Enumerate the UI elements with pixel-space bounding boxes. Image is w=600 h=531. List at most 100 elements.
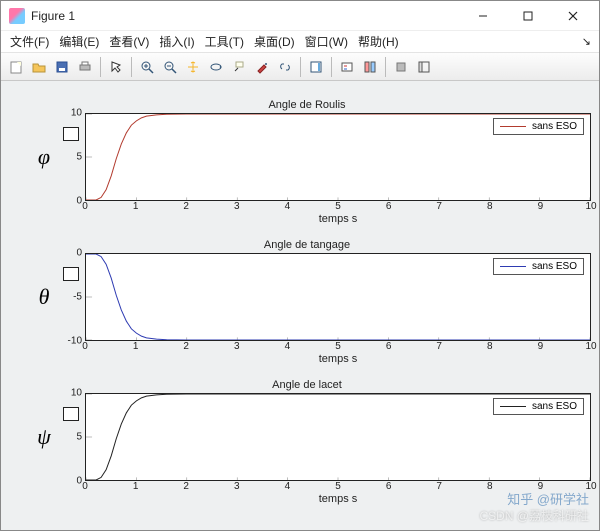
minimize-button[interactable] [460,2,505,30]
menu-insert[interactable]: 插入(I) [154,31,199,52]
x-tick-label: 1 [133,201,139,212]
menu-help[interactable]: 帮助(H) [353,31,404,52]
x-tick-label: 3 [234,341,240,352]
dock-pin-icon[interactable]: ↘ [582,35,595,48]
y-tick-label: -10 [68,336,82,347]
y-axis-label: θ [39,284,50,310]
legend-line-icon [500,266,526,267]
y-axis-label: ψ [37,424,51,450]
colorbar-icon[interactable] [305,56,327,78]
axes[interactable]: sans ESO [85,393,591,481]
x-tick-label: 9 [538,341,544,352]
x-tick-label: 8 [487,201,493,212]
watermark-csdn: CSDN @荔枝科研社 [479,507,589,524]
legend[interactable]: sans ESO [493,398,584,415]
menu-file[interactable]: 文件(F) [5,31,54,52]
link-data-icon[interactable] [274,56,296,78]
y-tick-label: 0 [76,476,82,487]
y-tick-label: 5 [76,432,82,443]
open-icon[interactable] [28,56,50,78]
subplot-1[interactable]: Angle de tangageθ-10-50sans ESO012345678… [23,239,591,367]
legend[interactable]: sans ESO [493,258,584,275]
axes[interactable]: sans ESO [85,113,591,201]
y-axis-label: φ [38,144,50,170]
show-tools-icon[interactable] [413,56,435,78]
x-tick-label: 1 [133,341,139,352]
x-tick-label: 6 [386,481,392,492]
tool-bar [1,53,599,81]
axes-title: Angle de Roulis [23,99,591,113]
menu-edit[interactable]: 编辑(E) [54,31,104,52]
x-tick-label: 7 [436,201,442,212]
x-tick-label: 0 [82,341,88,352]
y-tick-label: 5 [76,152,82,163]
figure-window: Figure 1 文件(F) 编辑(E) 查看(V) 插入(I) 工具(T) 桌… [0,0,600,531]
pan-icon[interactable] [182,56,204,78]
x-tick-label: 3 [234,201,240,212]
menu-view[interactable]: 查看(V) [104,31,154,52]
x-tick-label: 9 [538,201,544,212]
title-bar[interactable]: Figure 1 [1,1,599,31]
matlab-logo-icon [9,8,25,24]
subplot-0[interactable]: Angle de Roulisφ0510sans ESO012345678910… [23,99,591,227]
print-icon[interactable] [74,56,96,78]
axes-selector-box[interactable] [63,267,79,281]
x-tick-label: 8 [487,481,493,492]
save-icon[interactable] [51,56,73,78]
x-tick-label: 4 [285,341,291,352]
x-tick-label: 2 [183,481,189,492]
x-tick-label: 2 [183,341,189,352]
axes-title: Angle de lacet [23,379,591,393]
close-button[interactable] [550,2,595,30]
x-tick-label: 6 [386,341,392,352]
x-tick-label: 4 [285,481,291,492]
axes-selector-box[interactable] [63,127,79,141]
y-tick-label: 10 [71,108,82,119]
x-tick-label: 0 [82,481,88,492]
x-tick-label: 1 [133,481,139,492]
x-tick-label: 8 [487,341,493,352]
menu-desktop[interactable]: 桌面(D) [249,31,300,52]
menu-tools[interactable]: 工具(T) [200,31,249,52]
window-title: Figure 1 [31,9,460,23]
legend-label: sans ESO [532,121,577,132]
hide-tools-icon[interactable] [390,56,412,78]
figure-canvas[interactable]: Angle de Roulisφ0510sans ESO012345678910… [1,81,599,530]
axes-selector-box[interactable] [63,407,79,421]
rotate3d-icon[interactable] [205,56,227,78]
legend-icon[interactable] [336,56,358,78]
x-tick-label: 2 [183,201,189,212]
legend[interactable]: sans ESO [493,118,584,135]
zoom-in-icon[interactable] [136,56,158,78]
legend-label: sans ESO [532,401,577,412]
zoom-out-icon[interactable] [159,56,181,78]
x-tick-label: 10 [585,201,596,212]
legend-label: sans ESO [532,261,577,272]
x-tick-label: 3 [234,481,240,492]
maximize-button[interactable] [505,2,550,30]
y-tick-label: 10 [71,388,82,399]
watermark-zhihu: 知乎 @研学社 [507,489,589,508]
menu-bar: 文件(F) 编辑(E) 查看(V) 插入(I) 工具(T) 桌面(D) 窗口(W… [1,31,599,53]
x-tick-label: 7 [436,481,442,492]
legend-line-icon [500,406,526,407]
axes[interactable]: sans ESO [85,253,591,341]
x-tick-label: 5 [335,201,341,212]
edit-arrow-icon[interactable] [105,56,127,78]
x-tick-label: 7 [436,341,442,352]
x-tick-label: 0 [82,201,88,212]
x-axis-label: temps s [85,353,591,367]
subplot-2[interactable]: Angle de lacetψ0510sans ESO012345678910t… [23,379,591,507]
new-figure-icon[interactable] [5,56,27,78]
y-tick-label: -5 [73,292,82,303]
menu-window[interactable]: 窗口(W) [300,31,353,52]
plot-tools-icon[interactable] [359,56,381,78]
x-tick-label: 6 [386,201,392,212]
x-axis-label: temps s [85,213,591,227]
y-tick-label: 0 [76,196,82,207]
axes-title: Angle de tangage [23,239,591,253]
brush-icon[interactable] [251,56,273,78]
legend-line-icon [500,126,526,127]
data-cursor-icon[interactable] [228,56,250,78]
x-tick-label: 10 [585,341,596,352]
